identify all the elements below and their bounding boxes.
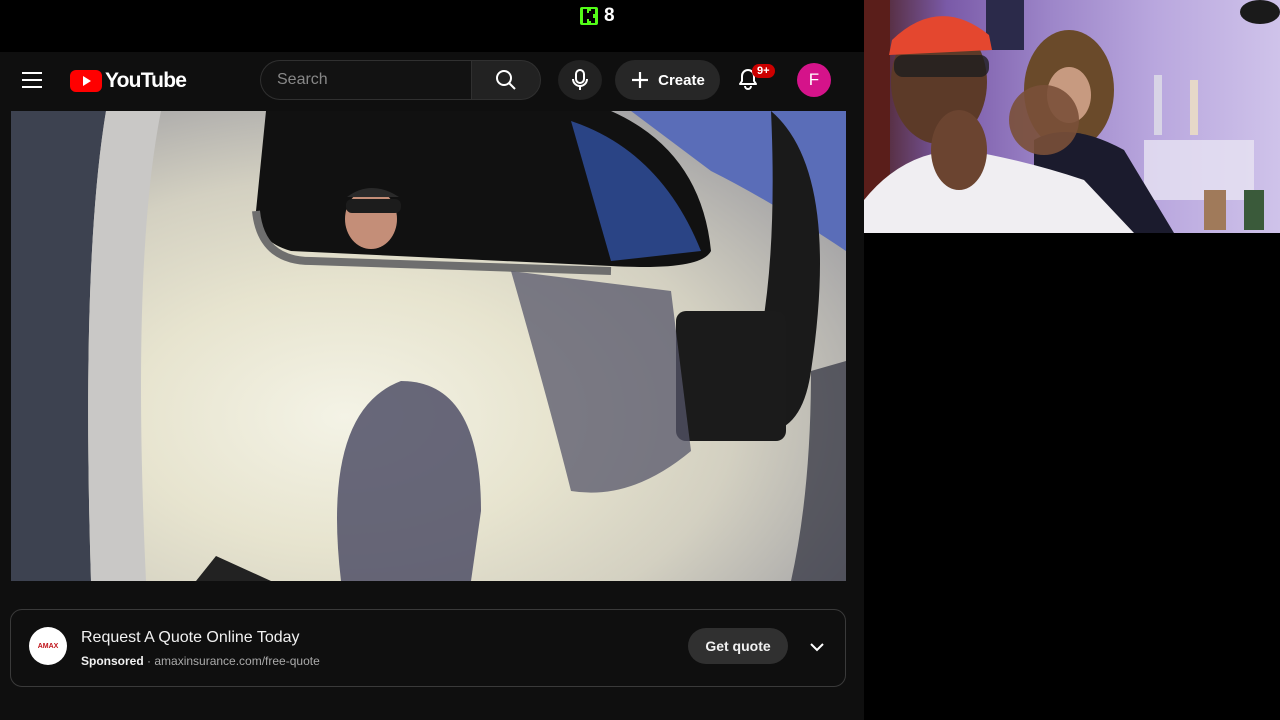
youtube-logo-text: YouTube: [105, 69, 187, 92]
ad-title[interactable]: Request A Quote Online Today: [81, 629, 300, 647]
viewer-count: 8: [604, 5, 615, 26]
video-frame: [11, 111, 846, 581]
youtube-header: YouTube Create: [0, 52, 864, 110]
search-box: [260, 60, 471, 100]
microphone-icon: [572, 69, 588, 90]
streamer-webcam: [864, 0, 1280, 233]
menu-icon[interactable]: [22, 72, 42, 88]
kick-viewer-counter: 8: [580, 5, 615, 27]
video-player[interactable]: [11, 111, 846, 581]
stream-top-bar: 8: [0, 0, 864, 52]
create-button[interactable]: Create: [615, 60, 720, 100]
search-icon: [496, 70, 516, 90]
sponsored-ad-card[interactable]: AMAX Request A Quote Online Today Sponso…: [10, 609, 846, 687]
voice-search-button[interactable]: [558, 60, 602, 100]
search-input[interactable]: [261, 61, 471, 99]
notification-badge: 9+: [752, 64, 775, 78]
create-label: Create: [658, 71, 705, 89]
advertiser-logo: AMAX: [29, 627, 67, 665]
avatar[interactable]: F: [797, 63, 831, 97]
sponsored-label: Sponsored: [81, 654, 144, 668]
ad-meta: Sponsored · amaxinsurance.com/free-quote: [81, 654, 320, 668]
ad-url[interactable]: amaxinsurance.com/free-quote: [154, 654, 319, 668]
search-button[interactable]: [471, 60, 541, 100]
get-quote-button[interactable]: Get quote: [688, 628, 788, 664]
webcam-frame: [864, 0, 1280, 233]
youtube-play-icon: [70, 70, 102, 92]
plus-icon: [632, 72, 649, 88]
advertiser-logo-text: AMAX: [37, 642, 59, 650]
meta-separator: ·: [143, 654, 155, 668]
youtube-window: YouTube Create: [0, 52, 864, 720]
youtube-logo[interactable]: YouTube: [70, 69, 187, 93]
chevron-down-icon[interactable]: [808, 638, 826, 656]
kick-logo-icon: [580, 7, 598, 25]
right-panel: [864, 233, 1280, 720]
